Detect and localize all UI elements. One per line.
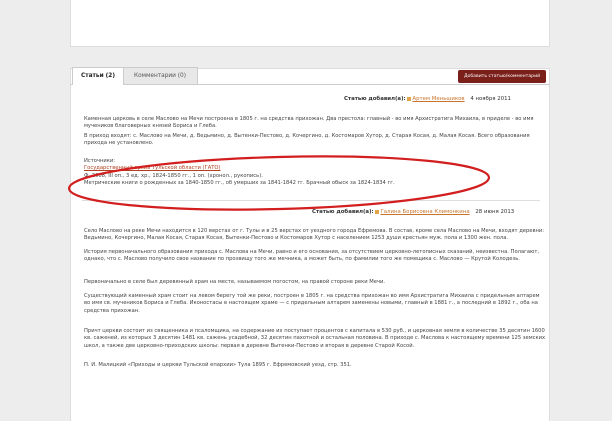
article-divider [82, 200, 540, 201]
records-line: Метрические книги о рожденных за 1840-18… [84, 180, 395, 187]
article-paragraph: Каменная церковь в селе Маслово на Мечи … [84, 116, 534, 130]
article-paragraph: П. И. Малицкий «Приходы и церкви Тульско… [84, 362, 352, 368]
add-article-button[interactable]: Добавить статью/комментарий [458, 70, 546, 83]
user-icon [375, 209, 380, 214]
tab-articles[interactable]: Статьи (2) [72, 67, 124, 85]
added-by-label: Статью добавил(а): [344, 96, 406, 102]
author-link[interactable]: Артем Меньшиков [412, 96, 464, 102]
article-date: 4 ноября 2011 [470, 96, 511, 102]
article-paragraph: Первоначально в селе был деревянный храм… [84, 279, 386, 285]
user-icon [407, 96, 412, 101]
sources-block: Источники: Государственный архив Тульско… [84, 158, 464, 188]
article-paragraph: Село Маслово на реке Мечи находится в 12… [84, 228, 545, 242]
archive-link[interactable]: Государственный архив Тульской области (… [84, 165, 464, 172]
tabs-divider [70, 84, 550, 85]
article-date: 28 июня 2013 [475, 209, 515, 215]
article-meta: Статью добавил(а): Артем Меньшиков 4 ноя… [344, 96, 511, 102]
author-link[interactable]: Галина Борисовна Климонкина [380, 209, 469, 215]
article-paragraph: Причт церкви состоит из священника и пса… [84, 328, 546, 349]
article-paragraph: История первоначального образования прих… [84, 249, 540, 263]
article-meta: Статью добавил(а): Галина Борисовна Клим… [312, 209, 514, 215]
added-by-label: Статью добавил(а): [312, 209, 374, 215]
tab-comments[interactable]: Комментарии (0) [122, 67, 198, 85]
article-paragraph: Существующий каменный храм стоит на лево… [84, 293, 540, 314]
previous-content-box [70, 0, 550, 47]
article-paragraph: В приход входят: с. Маслово на Мечи, д. … [84, 133, 530, 147]
